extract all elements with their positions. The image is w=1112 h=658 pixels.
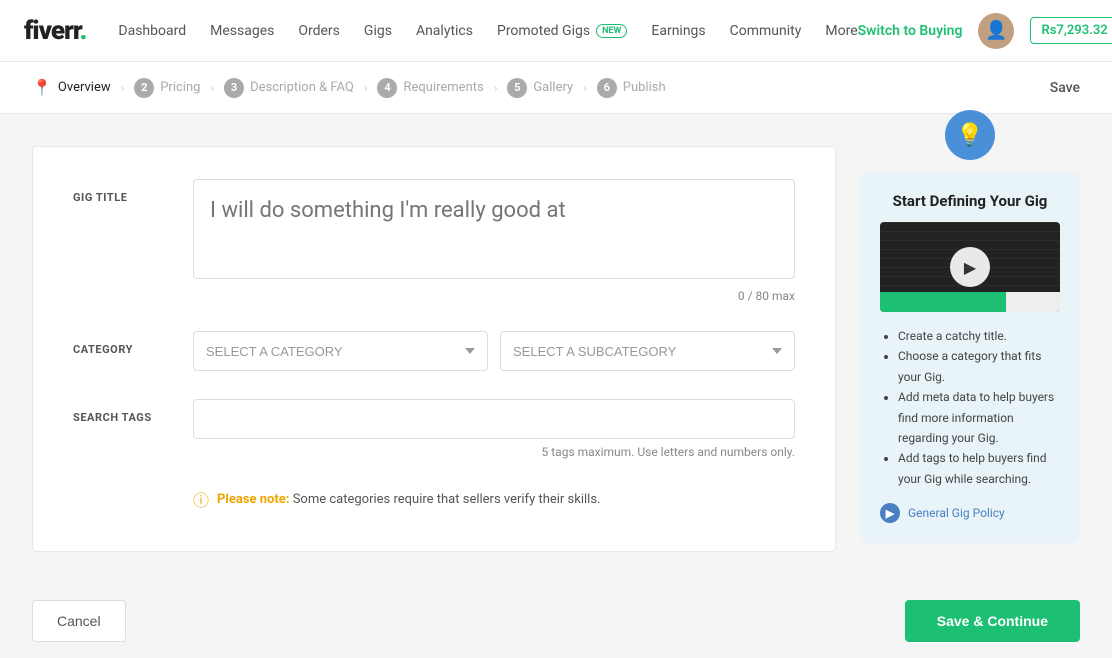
policy-label: General Gig Policy (908, 506, 1005, 520)
nav-item-orders[interactable]: Orders (298, 23, 340, 39)
policy-icon: ▶ (880, 503, 900, 523)
search-tags-field: 5 tags maximum. Use letters and numbers … (193, 399, 795, 459)
step-pricing[interactable]: 2 Pricing (134, 78, 200, 98)
step-sep-3: › (364, 81, 368, 95)
step-sep-4: › (494, 81, 498, 95)
step-description-label: Description & FAQ (250, 80, 354, 95)
balance-badge: Rs7,293.32 (1030, 17, 1112, 44)
step-requirements[interactable]: 4 Requirements (377, 78, 483, 98)
nav-item-promoted-gigs[interactable]: Promoted Gigs NEW (497, 23, 627, 39)
subcategory-select[interactable]: SELECT A SUBCATEGORY (500, 331, 795, 371)
lightbulb-icon: 💡 (945, 110, 995, 160)
please-note-text: Some categories require that sellers ver… (293, 492, 601, 507)
nav-item-more[interactable]: More (825, 23, 857, 39)
step-overview-icon: 📍 (32, 78, 52, 97)
nav-item-gigs[interactable]: Gigs (364, 23, 392, 39)
header: fiverr. Dashboard Messages Orders Gigs A… (0, 0, 1112, 62)
step-publish-label: Publish (623, 80, 666, 95)
cancel-button[interactable]: Cancel (32, 600, 126, 642)
new-badge: NEW (596, 24, 627, 38)
gig-title-row: GIG TITLE 0 / 80 max (73, 179, 795, 303)
step-description-num: 3 (224, 78, 244, 98)
tags-hint: 5 tags maximum. Use letters and numbers … (193, 445, 795, 459)
video-progress-bar (880, 292, 1060, 312)
form-card: GIG TITLE 0 / 80 max CATEGORY SELECT A C… (32, 146, 836, 552)
switch-buying-button[interactable]: Switch to Buying (858, 23, 963, 39)
nav-item-analytics[interactable]: Analytics (416, 23, 473, 39)
category-row: CATEGORY SELECT A CATEGORY SELECT A SUBC… (73, 331, 795, 371)
please-note-icon: ⓘ (193, 487, 209, 511)
step-sep-1: › (121, 81, 125, 95)
category-label: CATEGORY (73, 331, 193, 371)
video-thumbnail[interactable]: ▶ (880, 222, 1060, 312)
please-note-label: Please note: (217, 492, 289, 507)
sidebar-card: Start Defining Your Gig ▶ Create a catch… (860, 172, 1080, 543)
category-select[interactable]: SELECT A CATEGORY (193, 331, 488, 371)
nav-item-earnings[interactable]: Earnings (651, 23, 705, 39)
search-tags-row: SEARCH TAGS 5 tags maximum. Use letters … (73, 399, 795, 459)
step-publish-num: 6 (597, 78, 617, 98)
search-tags-input[interactable] (193, 399, 795, 439)
step-requirements-label: Requirements (403, 80, 483, 95)
step-gallery[interactable]: 5 Gallery (507, 78, 573, 98)
nav-item-dashboard[interactable]: Dashboard (118, 23, 186, 39)
sidebar-bullet-3: Add meta data to help buyers find more i… (898, 387, 1060, 448)
logo-text: fiverr (24, 16, 80, 46)
general-gig-policy-link[interactable]: ▶ General Gig Policy (880, 503, 1060, 523)
step-overview-label: Overview (58, 80, 111, 95)
header-right: Switch to Buying 👤 Rs7,293.32 (858, 13, 1112, 49)
sidebar-bullet-1: Create a catchy title. (898, 326, 1060, 346)
main-nav: Dashboard Messages Orders Gigs Analytics… (118, 23, 857, 39)
breadcrumb-save-button[interactable]: Save (1050, 80, 1080, 96)
breadcrumb-steps: 📍 Overview › 2 Pricing › 3 Description &… (32, 78, 1050, 98)
gig-title-input[interactable] (193, 179, 795, 279)
save-continue-button[interactable]: Save & Continue (905, 600, 1080, 642)
char-count: 0 / 80 max (193, 289, 795, 303)
sidebar-panel: 💡 Start Defining Your Gig ▶ Create a cat… (860, 146, 1080, 552)
step-description[interactable]: 3 Description & FAQ (224, 78, 354, 98)
step-sep-2: › (210, 81, 214, 95)
step-pricing-num: 2 (134, 78, 154, 98)
sidebar-bullet-2: Choose a category that fits your Gig. (898, 346, 1060, 387)
sidebar-icon-wrap: 💡 (860, 110, 1080, 160)
bottom-buttons: Cancel Save & Continue (0, 584, 1112, 658)
step-pricing-label: Pricing (160, 80, 200, 95)
avatar[interactable]: 👤 (978, 13, 1014, 49)
please-note: ⓘ Please note: Some categories require t… (73, 487, 795, 511)
nav-item-messages[interactable]: Messages (210, 23, 274, 39)
search-tags-label: SEARCH TAGS (73, 399, 193, 459)
nav-item-community[interactable]: Community (730, 23, 802, 39)
main-content: GIG TITLE 0 / 80 max CATEGORY SELECT A C… (0, 114, 1112, 584)
step-sep-5: › (583, 81, 587, 95)
promoted-gigs-label: Promoted Gigs (497, 23, 590, 39)
step-gallery-label: Gallery (533, 80, 573, 95)
step-publish[interactable]: 6 Publish (597, 78, 666, 98)
category-selects: SELECT A CATEGORY SELECT A SUBCATEGORY (193, 331, 795, 371)
breadcrumb-bar: 📍 Overview › 2 Pricing › 3 Description &… (0, 62, 1112, 114)
step-overview[interactable]: 📍 Overview (32, 78, 111, 97)
sidebar-title: Start Defining Your Gig (880, 192, 1060, 210)
sidebar-bullet-4: Add tags to help buyers find your Gig wh… (898, 448, 1060, 489)
gig-title-field: 0 / 80 max (193, 179, 795, 303)
step-gallery-num: 5 (507, 78, 527, 98)
step-requirements-num: 4 (377, 78, 397, 98)
gig-title-label: GIG TITLE (73, 179, 193, 303)
sidebar-bullets: Create a catchy title. Choose a category… (880, 326, 1060, 489)
category-field: SELECT A CATEGORY SELECT A SUBCATEGORY (193, 331, 795, 371)
logo[interactable]: fiverr. (24, 16, 86, 46)
